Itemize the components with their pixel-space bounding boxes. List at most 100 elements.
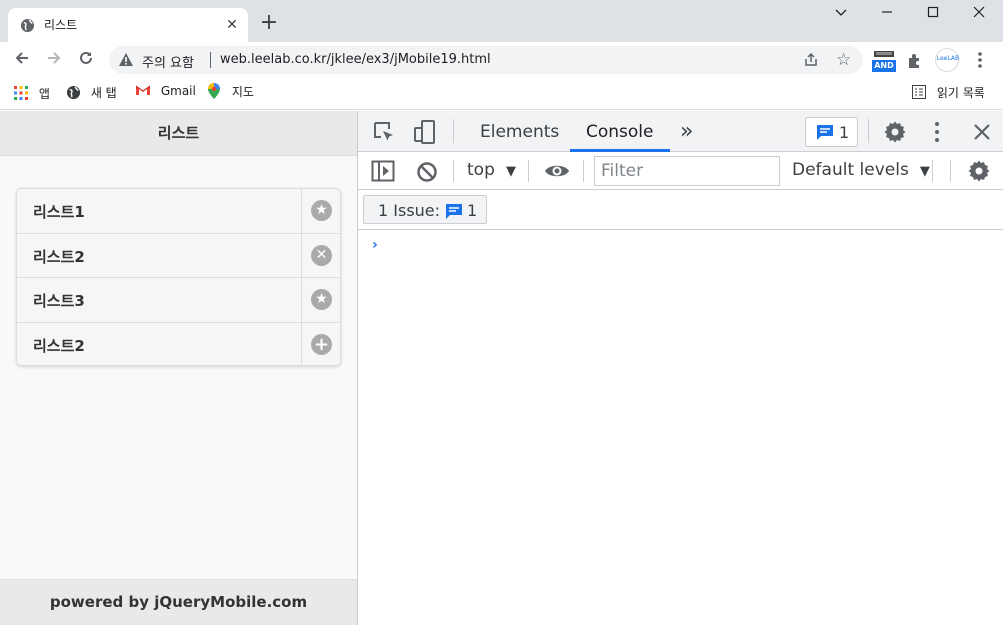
issue-message-icon	[446, 204, 462, 219]
page-footer: powered by jQueryMobile.com	[0, 579, 357, 625]
console-settings-gear-icon[interactable]	[967, 159, 991, 183]
minimize-icon[interactable]	[829, 5, 853, 25]
toolbar-divider	[950, 160, 951, 182]
list-item-label: 리스트3	[33, 292, 85, 310]
split-button[interactable]: ★	[301, 189, 340, 233]
list-item[interactable]: 리스트3 ★	[17, 277, 340, 322]
list-item-label: 리스트1	[33, 203, 85, 221]
more-tabs-icon[interactable]: »	[680, 119, 693, 144]
toolbar-divider	[528, 160, 529, 182]
issues-button[interactable]: 1 Issue: 1	[363, 195, 487, 224]
bookmark-apps[interactable]: 앱	[14, 85, 50, 102]
extensions-puzzle-icon[interactable]	[906, 52, 924, 70]
live-expression-eye-icon[interactable]	[544, 161, 570, 181]
globe-icon	[20, 18, 35, 33]
sidebar-toggle-icon[interactable]	[371, 160, 395, 182]
list-item[interactable]: 리스트2 +	[17, 322, 340, 365]
profile-avatar[interactable]: LeeLAB	[935, 48, 959, 72]
bookmark-maps[interactable]: 지도	[208, 83, 254, 100]
plus-icon: +	[311, 334, 332, 355]
reading-list-button[interactable]: 읽기 목록	[912, 84, 985, 101]
toolbar-divider	[453, 160, 454, 182]
bookmark-label: 새 탭	[90, 86, 117, 100]
star-icon: ★	[311, 200, 332, 221]
extension-and-icon[interactable]: AND	[871, 50, 897, 72]
split-listview: 리스트1 ★ 리스트2 ✕ 리스트3 ★ 리스트2 +	[16, 188, 341, 366]
console-prompt-chevron-icon[interactable]: ›	[372, 237, 378, 253]
clear-console-icon[interactable]	[416, 161, 438, 183]
settings-gear-icon[interactable]	[883, 120, 907, 144]
bookmark-new-tab[interactable]: 새 탭	[66, 84, 117, 101]
new-tab-button[interactable]: +	[258, 12, 280, 34]
list-item[interactable]: 리스트2 ✕	[17, 233, 340, 278]
window-maximize-icon[interactable]	[921, 5, 945, 25]
split-button[interactable]: ★	[301, 278, 340, 322]
browser-tab[interactable]: 리스트 ✕	[8, 8, 248, 42]
profile-label: LeeLAB	[936, 55, 960, 62]
warning-icon[interactable]	[118, 52, 134, 68]
page-header: 리스트	[0, 111, 357, 156]
console-toolbar: top ▼ Default levels ▼	[358, 152, 1003, 190]
gmail-icon	[135, 85, 151, 95]
menu-kebab-icon[interactable]	[972, 50, 988, 70]
bookmarks-bar: 앱 새 탭 Gmail 지도 읽기 목록	[0, 78, 1003, 110]
reading-list-label: 읽기 목록	[936, 86, 985, 100]
bookmark-star-icon[interactable]: ☆	[836, 50, 851, 70]
bookmark-gmail[interactable]: Gmail	[135, 84, 196, 98]
filter-field[interactable]	[594, 156, 780, 186]
share-icon[interactable]	[803, 52, 819, 68]
list-item-label: 리스트2	[33, 248, 85, 266]
reload-icon[interactable]	[74, 49, 98, 71]
list-item[interactable]: 리스트1 ★	[17, 189, 340, 233]
reading-list-icon	[912, 85, 926, 99]
globe-icon	[66, 85, 81, 100]
issues-bar: 1 Issue: 1	[358, 190, 1003, 230]
url-text[interactable]: web.leelab.co.kr/jklee/ex3/jMobile19.htm…	[220, 52, 491, 67]
split-button[interactable]: +	[301, 323, 340, 365]
maps-pin-icon	[208, 83, 220, 99]
message-count: 1	[839, 123, 850, 142]
list-item-label: 리스트2	[33, 337, 85, 355]
bookmark-label: Gmail	[160, 84, 196, 98]
bookmark-label: 지도	[231, 85, 254, 99]
tab-elements[interactable]: Elements	[480, 122, 559, 142]
dropdown-arrow-icon: ▼	[505, 164, 516, 179]
tab-strip: 리스트 ✕ +	[0, 0, 1003, 42]
delete-icon: ✕	[311, 245, 332, 266]
omnibox-divider	[210, 52, 211, 68]
toolbar-divider	[932, 160, 933, 182]
tab-close-icon[interactable]: ✕	[224, 17, 240, 33]
log-levels-label: Default levels	[792, 160, 909, 180]
devtools-close-icon[interactable]	[972, 122, 992, 142]
context-selector[interactable]: top ▼	[467, 160, 516, 182]
context-label: top	[467, 160, 495, 180]
star-icon: ★	[311, 289, 332, 310]
devtools-tabbar: Elements Console » 1	[358, 111, 1003, 152]
log-levels-dropdown[interactable]: Default levels ▼	[792, 160, 930, 182]
devtools-menu-icon[interactable]	[929, 120, 945, 144]
forward-icon[interactable]	[42, 49, 66, 71]
toolbar-divider	[868, 119, 869, 143]
message-icon	[817, 125, 833, 140]
toolbar-divider	[453, 119, 454, 143]
tab-console[interactable]: Console	[586, 122, 654, 142]
inspect-element-icon[interactable]	[372, 120, 396, 144]
tab-title: 리스트	[44, 18, 78, 32]
device-toolbar-icon[interactable]	[412, 119, 438, 145]
security-label[interactable]: 주의 요함	[142, 52, 194, 71]
messages-counter-button[interactable]: 1	[805, 117, 858, 147]
window-minimize-icon[interactable]	[875, 5, 899, 25]
mobile-page: 리스트 리스트1 ★ 리스트2 ✕ 리스트3 ★ 리스트2 + powered …	[0, 111, 357, 625]
dropdown-arrow-icon: ▼	[919, 164, 930, 179]
issues-label: 1 Issue:	[378, 201, 441, 220]
issues-count: 1	[467, 201, 478, 220]
address-bar[interactable]: 주의 요함 web.leelab.co.kr/jklee/ex3/jMobile…	[109, 46, 863, 74]
back-icon[interactable]	[10, 49, 34, 71]
toolbar-divider	[583, 160, 584, 182]
browser-toolbar: 주의 요함 web.leelab.co.kr/jklee/ex3/jMobile…	[0, 42, 1003, 78]
apps-grid-icon	[14, 86, 28, 100]
extension-badge: AND	[872, 60, 896, 72]
split-button[interactable]: ✕	[301, 234, 340, 278]
filter-input[interactable]	[599, 158, 775, 184]
window-close-icon[interactable]	[967, 5, 991, 25]
